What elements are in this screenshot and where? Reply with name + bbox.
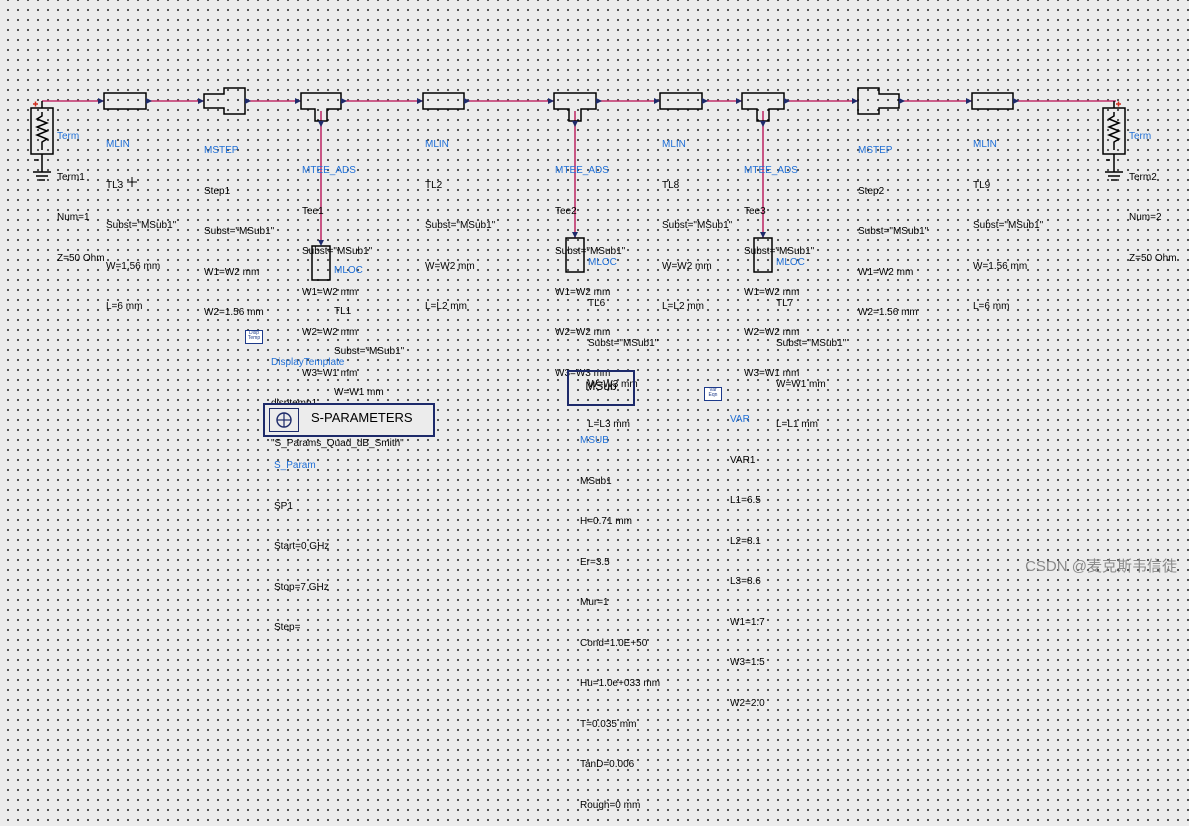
tl9-label: MLIN TL9 Subst="MSub1" W=1.56 mm L=6 mm <box>973 139 1044 312</box>
term1-symbol[interactable] <box>30 101 54 181</box>
term2-label: Term Term2 Num=2 Z=50 Ohm <box>1129 131 1177 264</box>
tl2-symbol[interactable] <box>422 92 465 110</box>
display-template-icon[interactable]: Disp Temp <box>245 330 263 344</box>
msub-block[interactable]: MSub <box>567 370 635 406</box>
tl8-symbol[interactable] <box>659 92 703 110</box>
sparam-icon <box>269 408 299 432</box>
step2-symbol[interactable] <box>857 87 900 115</box>
var-label: VAR VAR1 L1=6.5 L2=8.1 L3=8.6 W1=1.7 W3=… <box>730 414 765 709</box>
msub-block-label: MSub <box>585 379 617 393</box>
tl7-label: MLOC TL7 Subst="MSub1" W=W1 mm L=L1 mm <box>776 257 847 430</box>
step1-label: MSTEP Step1 Subst="MSub1" W1=W2 mm W2=1.… <box>204 145 275 318</box>
watermark: CSDN @麦克斯韦信徒 <box>1025 558 1177 575</box>
msub-label: MSUB MSub1 H=0.71 mm Er=3.5 Mur=1 Cond=1… <box>580 435 661 811</box>
step2-label: MSTEP Step2 Subst="MSub1" W1=W2 mm W2=1.… <box>858 145 929 318</box>
tl9-symbol[interactable] <box>971 92 1014 110</box>
term2-symbol[interactable] <box>1102 101 1126 181</box>
sparam-label: S_Param SP1 Start=0 GHz Stop=7 GHz Step= <box>274 460 330 633</box>
tl8-label: MLIN TL8 Subst="MSub1" W=W2 mm L=L2 mm <box>662 139 733 312</box>
step1-symbol[interactable] <box>203 87 246 115</box>
sparam-block-label: S-PARAMETERS <box>311 410 413 425</box>
var-eqn-icon[interactable]: Var Eqn <box>704 387 722 401</box>
tl2-label: MLIN TL2 Subst="MSub1" W=W2 mm L=L2 mm <box>425 139 496 312</box>
tl3-label: MLIN TL3 Subst="MSub1" W=1.56 mm L=6 mm <box>106 139 177 312</box>
tl3-symbol[interactable] <box>103 92 147 110</box>
term1-label: Term Term1 Num=1 Z=50 Ohm <box>57 131 105 264</box>
